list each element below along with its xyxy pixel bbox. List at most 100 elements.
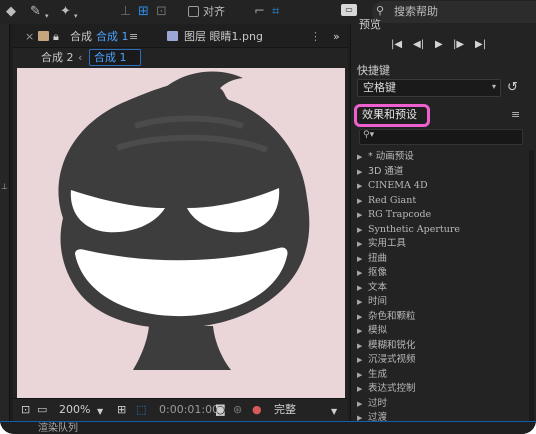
list-item[interactable]: ▶ 沉浸式视频 — [357, 353, 416, 367]
triangle-right-icon: ▶ — [357, 283, 363, 292]
chevron-down-icon[interactable]: ▼ — [97, 405, 103, 419]
next-frame-icon[interactable]: |▶ — [453, 38, 464, 52]
bottom-panel-bar: 渲染队列 — [0, 421, 536, 434]
triangle-right-icon: ▶ — [357, 370, 363, 379]
tab-menu-icon[interactable]: ≡ — [129, 30, 138, 43]
local-axis-icon[interactable]: ⊥ — [120, 4, 131, 20]
list-item[interactable]: ▶ 时间 — [357, 295, 387, 309]
layer-color-swatch — [167, 31, 178, 41]
view-axis-icon[interactable]: ⊡ — [156, 4, 167, 20]
list-item[interactable]: ▶ 表达式控制 — [357, 382, 416, 396]
monitor-icon[interactable]: ▭ — [37, 403, 47, 417]
chevron-left-icon: ‹ — [78, 51, 83, 64]
zoom-value[interactable]: 200% — [59, 403, 90, 417]
roto-brush-tool-icon[interactable]: ✎ — [30, 4, 41, 20]
tool-dropdown-icon[interactable]: ▾ — [45, 8, 49, 24]
triangle-right-icon: ▶ — [357, 225, 363, 234]
list-item[interactable]: ▶ 杂色和颗粒 — [357, 310, 416, 324]
shortcut-label: 快捷键 — [357, 64, 390, 77]
triangle-right-icon: ▶ — [357, 167, 363, 176]
breadcrumb-current-box[interactable]: 合成 1 — [89, 49, 141, 66]
layer-tab[interactable]: 图层 眼睛1.png — [184, 30, 263, 43]
reset-icon[interactable]: ↺ — [507, 80, 518, 95]
effects-title-highlight: 效果和预设 — [354, 104, 430, 127]
effects-scrollbar[interactable] — [529, 150, 534, 434]
after-effects-window: ◆ ✎ ▾ ✦ ▾ ⊥ ⊞ ⊡ 对齐 ⌐ ⌗ ▭ ⚲ 搜索帮助 ⊥ × 🔒︎ 合… — [0, 0, 536, 434]
triangle-right-icon: ▶ — [357, 269, 363, 277]
triangle-right-icon: ▶ — [357, 341, 363, 350]
triangle-right-icon: ▶ — [357, 327, 363, 335]
snap-edges-icon[interactable]: ⌐ — [254, 4, 265, 20]
triangle-right-icon: ▶ — [357, 196, 363, 205]
triangle-right-icon: ▶ — [357, 182, 363, 190]
left-panel-edge: ⊥ — [0, 24, 10, 434]
preview-transport-controls: |◀ ◀| ▶ |▶ ▶| — [351, 36, 536, 56]
puppet-pin-tool-icon[interactable]: ✦ — [60, 4, 71, 20]
panel-menu-icon[interactable]: ≡ — [511, 108, 520, 121]
snap-checkbox[interactable] — [188, 6, 199, 17]
triangle-right-icon: ▶ — [357, 356, 363, 364]
chevron-down-icon: ▾ — [491, 82, 496, 91]
panel-options-icon[interactable]: ⋮ — [310, 30, 321, 43]
eraser-tool-icon[interactable]: ◆ — [6, 4, 16, 20]
close-tab-icon[interactable]: × — [25, 30, 34, 43]
snapshot-region-icon[interactable]: ⊡ — [21, 403, 30, 417]
triangle-right-icon: ▶ — [357, 240, 363, 248]
play-icon[interactable]: ▶ — [435, 38, 443, 52]
timecode[interactable]: 0:00:01:00 — [159, 403, 219, 417]
snap-features-icon[interactable]: ⌗ — [272, 4, 279, 20]
expand-panels-icon[interactable]: » — [333, 30, 340, 43]
effects-search-input[interactable]: ⚲▾ — [359, 129, 523, 145]
mask-visibility-icon[interactable]: ⬚ — [136, 403, 146, 417]
effects-list: ▶ * 动画预设 ▶ 3D 通道 ▶ CINEMA 4D ▶ Red Giant… — [351, 150, 536, 434]
list-item[interactable]: ▶ 模拟 — [357, 324, 387, 338]
list-item[interactable]: ▶ * 动画预设 — [357, 150, 414, 164]
preview-panel-title: 预览 — [359, 18, 381, 31]
list-item[interactable]: ▶ 实用工具 — [357, 237, 406, 251]
color-channels-icon[interactable]: ● — [252, 403, 262, 417]
search-icon: ⚲▾ — [363, 130, 375, 140]
breadcrumb-current: 合成 1 — [94, 51, 127, 64]
list-item[interactable]: ▶ 模糊和锐化 — [357, 339, 416, 353]
workspace-icon[interactable]: ▭ — [341, 4, 357, 16]
list-item[interactable]: ▶ RG Trapcode — [357, 208, 431, 222]
breadcrumb: 合成 2 ‹ 合成 1 — [13, 48, 348, 68]
list-item[interactable]: ▶ 过时 — [357, 397, 387, 411]
list-item[interactable]: ▶ Synthetic Aperture — [357, 223, 460, 237]
body-shape — [133, 326, 231, 370]
first-frame-icon[interactable]: |◀ — [391, 38, 402, 52]
breadcrumb-parent[interactable]: 合成 2 — [41, 51, 74, 64]
chevron-down-icon[interactable]: ▼ — [331, 405, 337, 419]
viewer-controls-bar: ⊡ ▭ 200% ▼ ⊞ ⬚ 0:00:01:00 ◙ ⊛ ● 完整 ▼ — [13, 398, 348, 420]
list-item[interactable]: ▶ Red Giant — [357, 194, 416, 208]
last-frame-icon[interactable]: ▶| — [475, 38, 486, 52]
list-item[interactable]: ▶ 3D 通道 — [357, 165, 403, 179]
render-queue-tab[interactable]: 渲染队列 — [38, 423, 78, 434]
quality-select[interactable]: 完整 — [274, 403, 296, 417]
list-item[interactable]: ▶ 抠像 — [357, 266, 387, 280]
composition-viewer[interactable] — [17, 68, 345, 398]
safe-margins-icon[interactable]: ⊞ — [117, 403, 126, 417]
show-snapshot-icon[interactable]: ⊛ — [233, 403, 242, 417]
search-help-box[interactable]: ▭ ⚲ 搜索帮助 — [341, 1, 536, 23]
list-item[interactable]: ▶ 扭曲 — [357, 252, 387, 266]
composition-tab-active[interactable]: 合成 1 — [96, 30, 129, 43]
tool-dropdown-icon[interactable]: ▾ — [74, 8, 78, 24]
world-axis-icon[interactable]: ⊞ — [138, 4, 149, 20]
list-item[interactable]: ▶ CINEMA 4D — [357, 179, 428, 193]
list-item[interactable]: ▶ 文本 — [357, 281, 387, 295]
hair-tuft — [159, 71, 243, 98]
search-icon: ⚲ — [376, 4, 385, 17]
triangle-right-icon: ▶ — [357, 153, 363, 161]
shortcut-select[interactable]: 空格键 ▾ — [357, 79, 501, 97]
shortcut-value: 空格键 — [363, 81, 396, 94]
lock-icon[interactable]: 🔒︎ — [53, 30, 59, 43]
previous-frame-icon[interactable]: ◀| — [413, 38, 424, 52]
search-placeholder[interactable]: 搜索帮助 — [394, 5, 438, 19]
triangle-right-icon: ▶ — [357, 385, 363, 393]
camera-icon[interactable]: ◙ — [215, 403, 226, 417]
effects-panel-title[interactable]: 效果和预设 — [362, 108, 417, 122]
triangle-right-icon: ▶ — [357, 298, 363, 306]
composition-tab-label[interactable]: 合成 — [70, 30, 92, 43]
list-item[interactable]: ▶ 生成 — [357, 368, 387, 382]
